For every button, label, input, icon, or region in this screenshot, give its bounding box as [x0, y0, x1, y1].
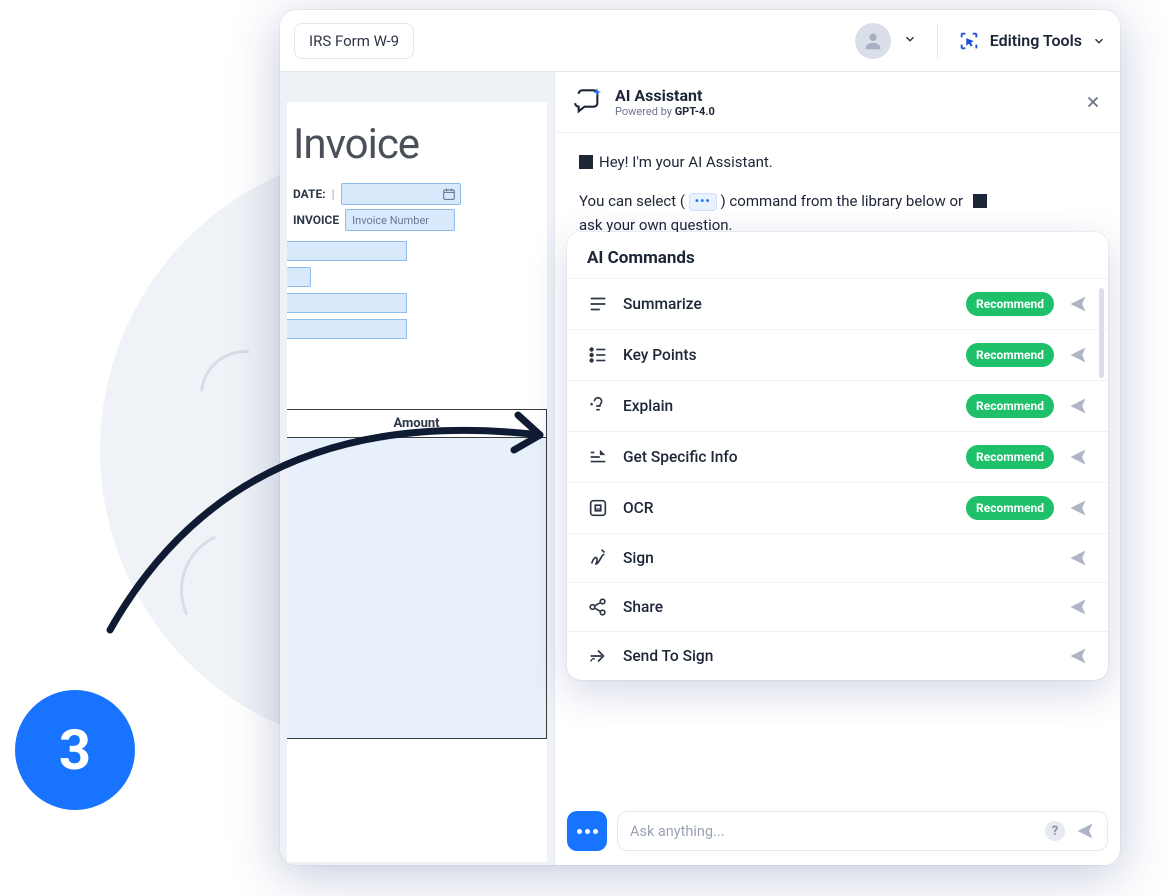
recommend-badge: Recommend — [966, 394, 1054, 418]
share-icon — [587, 596, 609, 618]
sparkle-chat-icon — [573, 87, 603, 117]
ai-title: AI Assistant — [615, 86, 1072, 105]
explain-icon — [587, 395, 609, 417]
editing-tools-button[interactable]: Editing Tools — [958, 30, 1106, 52]
avatar[interactable] — [855, 23, 891, 59]
ai-commands-popover: AI Commands SummarizeRecommendKey Points… — [567, 232, 1108, 680]
invoice-label: INVOICE — [293, 213, 339, 227]
command-get-specific-info[interactable]: Get Specific Info Recommend — [567, 431, 1108, 482]
send-icon[interactable] — [1068, 498, 1088, 518]
document-title: Invoice — [287, 120, 547, 169]
divider — [937, 23, 938, 59]
recommend-badge: Recommend — [966, 343, 1054, 367]
form-field[interactable] — [287, 241, 407, 261]
commands-pill-icon: ••• — [689, 193, 717, 211]
send-icon[interactable] — [1068, 548, 1088, 568]
invoice-table: Amount — [287, 409, 547, 739]
body: Invoice DATE: | INVOICE Invoice Number — [280, 72, 1120, 865]
commands-menu-button[interactable] — [567, 811, 607, 851]
emoji-placeholder-icon — [973, 194, 987, 208]
send-icon[interactable] — [1075, 821, 1095, 841]
command-label: Sign — [623, 549, 1054, 567]
calendar-icon — [442, 187, 456, 201]
date-label: DATE: — [293, 187, 326, 201]
step-number: 3 — [59, 717, 91, 783]
help-icon[interactable]: ? — [1045, 821, 1065, 841]
ocr-icon — [587, 497, 609, 519]
sendtosign-icon — [587, 645, 609, 667]
ai-header: AI Assistant Powered by GPT-4.0 — [555, 72, 1120, 133]
ask-input[interactable] — [630, 823, 1035, 840]
recommend-badge: Recommend — [966, 496, 1054, 520]
form-field[interactable] — [287, 293, 407, 313]
invoice-number-field[interactable]: Invoice Number — [345, 209, 455, 231]
keypoints-icon — [587, 344, 609, 366]
form-field[interactable] — [287, 319, 407, 339]
ai-subtitle: Powered by GPT-4.0 — [615, 105, 1072, 118]
invoice-number-placeholder: Invoice Number — [352, 214, 429, 227]
send-icon[interactable] — [1068, 597, 1088, 617]
hint-before: You can select ( — [579, 192, 685, 210]
send-icon[interactable] — [1068, 294, 1088, 314]
column-header-amount: Amount — [287, 410, 546, 438]
document-name: IRS Form W-9 — [309, 32, 399, 50]
topbar: IRS Form W-9 Editing Tools — [280, 10, 1120, 72]
command-explain[interactable]: Explain Recommend — [567, 380, 1108, 431]
ai-commands-list: SummarizeRecommendKey PointsRecommendExp… — [567, 278, 1108, 680]
send-icon[interactable] — [1068, 447, 1088, 467]
scrollbar[interactable] — [1099, 288, 1104, 378]
address-fields — [287, 241, 547, 339]
command-sign[interactable]: Sign — [567, 533, 1108, 582]
cursor-icon — [958, 30, 980, 52]
send-icon[interactable] — [1068, 646, 1088, 666]
command-share[interactable]: Share — [567, 582, 1108, 631]
form-field[interactable] — [287, 267, 311, 287]
amount-cell[interactable] — [287, 438, 546, 738]
command-label: OCR — [623, 499, 952, 517]
command-summarize[interactable]: Summarize Recommend — [567, 278, 1108, 329]
sparkle-icon — [591, 87, 603, 99]
command-label: Share — [623, 598, 1054, 616]
close-icon[interactable] — [1084, 93, 1102, 111]
sign-icon — [587, 547, 609, 569]
command-label: Get Specific Info — [623, 448, 952, 466]
step-badge: 3 — [15, 690, 135, 810]
ai-commands-title: AI Commands — [567, 232, 1108, 278]
command-label: Send To Sign — [623, 647, 1054, 665]
date-field[interactable] — [341, 183, 461, 205]
recommend-badge: Recommend — [966, 445, 1054, 469]
send-icon[interactable] — [1068, 396, 1088, 416]
specific-icon — [587, 446, 609, 468]
document-name-chip[interactable]: IRS Form W-9 — [294, 23, 414, 59]
command-label: Key Points — [623, 346, 952, 364]
app-window: IRS Form W-9 Editing Tools Invoice DATE: — [280, 10, 1120, 865]
command-ocr[interactable]: OCR Recommend — [567, 482, 1108, 533]
document-pane: Invoice DATE: | INVOICE Invoice Number — [280, 72, 554, 865]
recommend-badge: Recommend — [966, 292, 1054, 316]
invoice-row: INVOICE Invoice Number — [287, 209, 547, 231]
command-key-points[interactable]: Key Points Recommend — [567, 329, 1108, 380]
powered-model: GPT-4.0 — [675, 105, 715, 118]
editing-tools-label: Editing Tools — [990, 31, 1082, 50]
date-row: DATE: | — [287, 183, 547, 205]
summarize-icon — [587, 293, 609, 315]
chevron-down-icon — [1092, 34, 1106, 48]
ai-assistant-panel: AI Assistant Powered by GPT-4.0 Hey! I'm… — [554, 72, 1120, 865]
ask-bar: ? — [567, 811, 1108, 851]
hint-after: ) command from the library below or — [720, 192, 963, 210]
powered-prefix: Powered by — [615, 105, 675, 118]
emoji-placeholder-icon — [579, 155, 593, 169]
hint-line2: ask your own question. — [579, 216, 733, 234]
command-label: Explain — [623, 397, 952, 415]
ask-input-wrapper: ? — [617, 811, 1108, 851]
ai-greeting: Hey! I'm your AI Assistant. — [555, 133, 1120, 178]
command-send-to-sign[interactable]: Send To Sign — [567, 631, 1108, 680]
send-icon[interactable] — [1068, 345, 1088, 365]
document-page[interactable]: Invoice DATE: | INVOICE Invoice Number — [287, 102, 547, 862]
greeting-text: Hey! I'm your AI Assistant. — [599, 153, 773, 171]
command-label: Summarize — [623, 295, 952, 313]
user-icon — [862, 30, 884, 52]
chevron-down-icon[interactable] — [903, 32, 917, 50]
